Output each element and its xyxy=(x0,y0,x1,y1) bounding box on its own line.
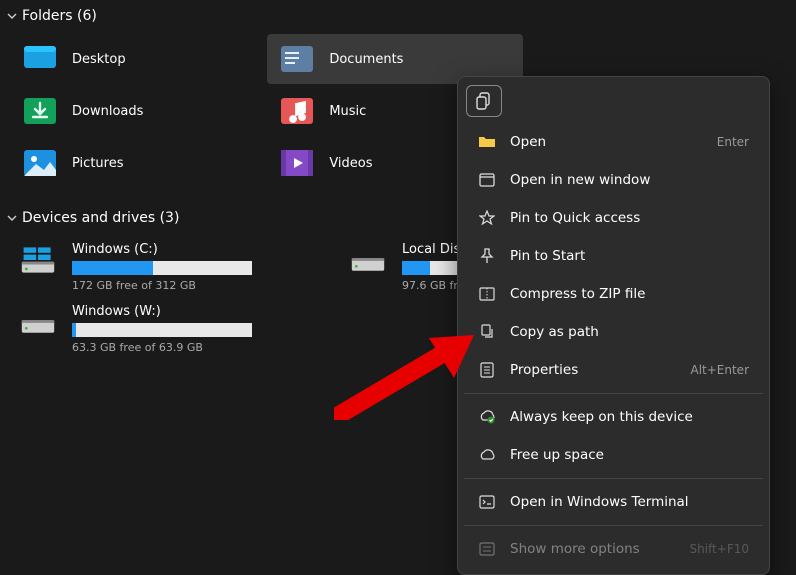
more-icon xyxy=(478,540,496,558)
pin-icon xyxy=(478,247,496,265)
menu-item-free-up-space[interactable]: Free up space xyxy=(464,436,763,474)
drive-name: Windows (W:) xyxy=(72,304,300,319)
folder-label: Documents xyxy=(329,52,403,67)
menu-label: Pin to Quick access xyxy=(510,210,749,226)
desktop-icon xyxy=(22,44,58,74)
chevron-down-icon xyxy=(6,11,18,21)
menu-item-show-more[interactable]: Show more options Shift+F10 xyxy=(464,530,763,568)
folder-label: Downloads xyxy=(72,104,143,119)
menu-item-pin-quick-access[interactable]: Pin to Quick access xyxy=(464,199,763,237)
menu-label: Open xyxy=(510,134,703,150)
cloud-check-icon xyxy=(478,408,496,426)
menu-item-open-new-window[interactable]: Open in new window xyxy=(464,161,763,199)
new-window-icon xyxy=(478,171,496,189)
menu-item-compress-zip[interactable]: Compress to ZIP file xyxy=(464,275,763,313)
drive-usage-bar xyxy=(72,261,252,275)
menu-separator xyxy=(464,525,763,526)
downloads-icon xyxy=(22,96,58,126)
drive-item-c[interactable]: Windows (C:) 172 GB free of 312 GB xyxy=(10,236,310,298)
copy-path-icon xyxy=(478,323,496,341)
drive-free-text: 172 GB free of 312 GB xyxy=(72,279,300,292)
menu-item-copy-path[interactable]: Copy as path xyxy=(464,313,763,351)
menu-item-properties[interactable]: Properties Alt+Enter xyxy=(464,351,763,389)
menu-label: Properties xyxy=(510,362,676,378)
star-icon xyxy=(478,209,496,227)
menu-label: Open in Windows Terminal xyxy=(510,494,749,510)
drive-free-text: 63.3 GB free of 63.9 GB xyxy=(72,341,300,354)
properties-icon xyxy=(478,361,496,379)
menu-shortcut: Alt+Enter xyxy=(690,363,749,377)
menu-label: Open in new window xyxy=(510,172,749,188)
folder-item-pictures[interactable]: Pictures xyxy=(10,138,265,188)
menu-label: Free up space xyxy=(510,447,749,463)
menu-label: Always keep on this device xyxy=(510,409,749,425)
folder-label: Music xyxy=(329,104,366,119)
folder-item-downloads[interactable]: Downloads xyxy=(10,86,265,136)
zip-icon xyxy=(478,285,496,303)
context-menu: Open Enter Open in new window Pin to Qui… xyxy=(457,76,770,575)
menu-item-open[interactable]: Open Enter xyxy=(464,123,763,161)
folder-open-icon xyxy=(478,133,496,151)
folder-label: Pictures xyxy=(72,156,123,171)
music-icon xyxy=(279,96,315,126)
folder-label: Videos xyxy=(329,156,372,171)
menu-item-always-keep[interactable]: Always keep on this device xyxy=(464,398,763,436)
documents-icon xyxy=(279,44,315,74)
hdd-drive-icon xyxy=(350,242,386,278)
chevron-down-icon xyxy=(6,213,18,223)
folders-section-header[interactable]: Folders (6) xyxy=(0,0,796,34)
menu-shortcut: Shift+F10 xyxy=(689,542,749,556)
terminal-icon xyxy=(478,493,496,511)
menu-item-windows-terminal[interactable]: Open in Windows Terminal xyxy=(464,483,763,521)
menu-label: Show more options xyxy=(510,541,675,557)
drive-name: Windows (C:) xyxy=(72,242,300,257)
copy-button[interactable] xyxy=(466,85,502,117)
folders-section-title: Folders (6) xyxy=(22,8,97,24)
folder-label: Desktop xyxy=(72,52,126,67)
menu-separator xyxy=(464,478,763,479)
menu-label: Compress to ZIP file xyxy=(510,286,749,302)
menu-label: Pin to Start xyxy=(510,248,749,264)
menu-separator xyxy=(464,393,763,394)
hdd-drive-icon xyxy=(20,304,56,340)
drives-section-title: Devices and drives (3) xyxy=(22,210,179,226)
menu-shortcut: Enter xyxy=(717,135,749,149)
cloud-icon xyxy=(478,446,496,464)
pictures-icon xyxy=(22,148,58,178)
menu-item-pin-start[interactable]: Pin to Start xyxy=(464,237,763,275)
folder-item-desktop[interactable]: Desktop xyxy=(10,34,265,84)
videos-icon xyxy=(279,148,315,178)
drive-item-w[interactable]: Windows (W:) 63.3 GB free of 63.9 GB xyxy=(10,298,310,360)
menu-label: Copy as path xyxy=(510,324,749,340)
context-menu-toolbar xyxy=(464,83,763,123)
os-drive-icon xyxy=(20,242,56,278)
drive-usage-bar xyxy=(72,323,252,337)
